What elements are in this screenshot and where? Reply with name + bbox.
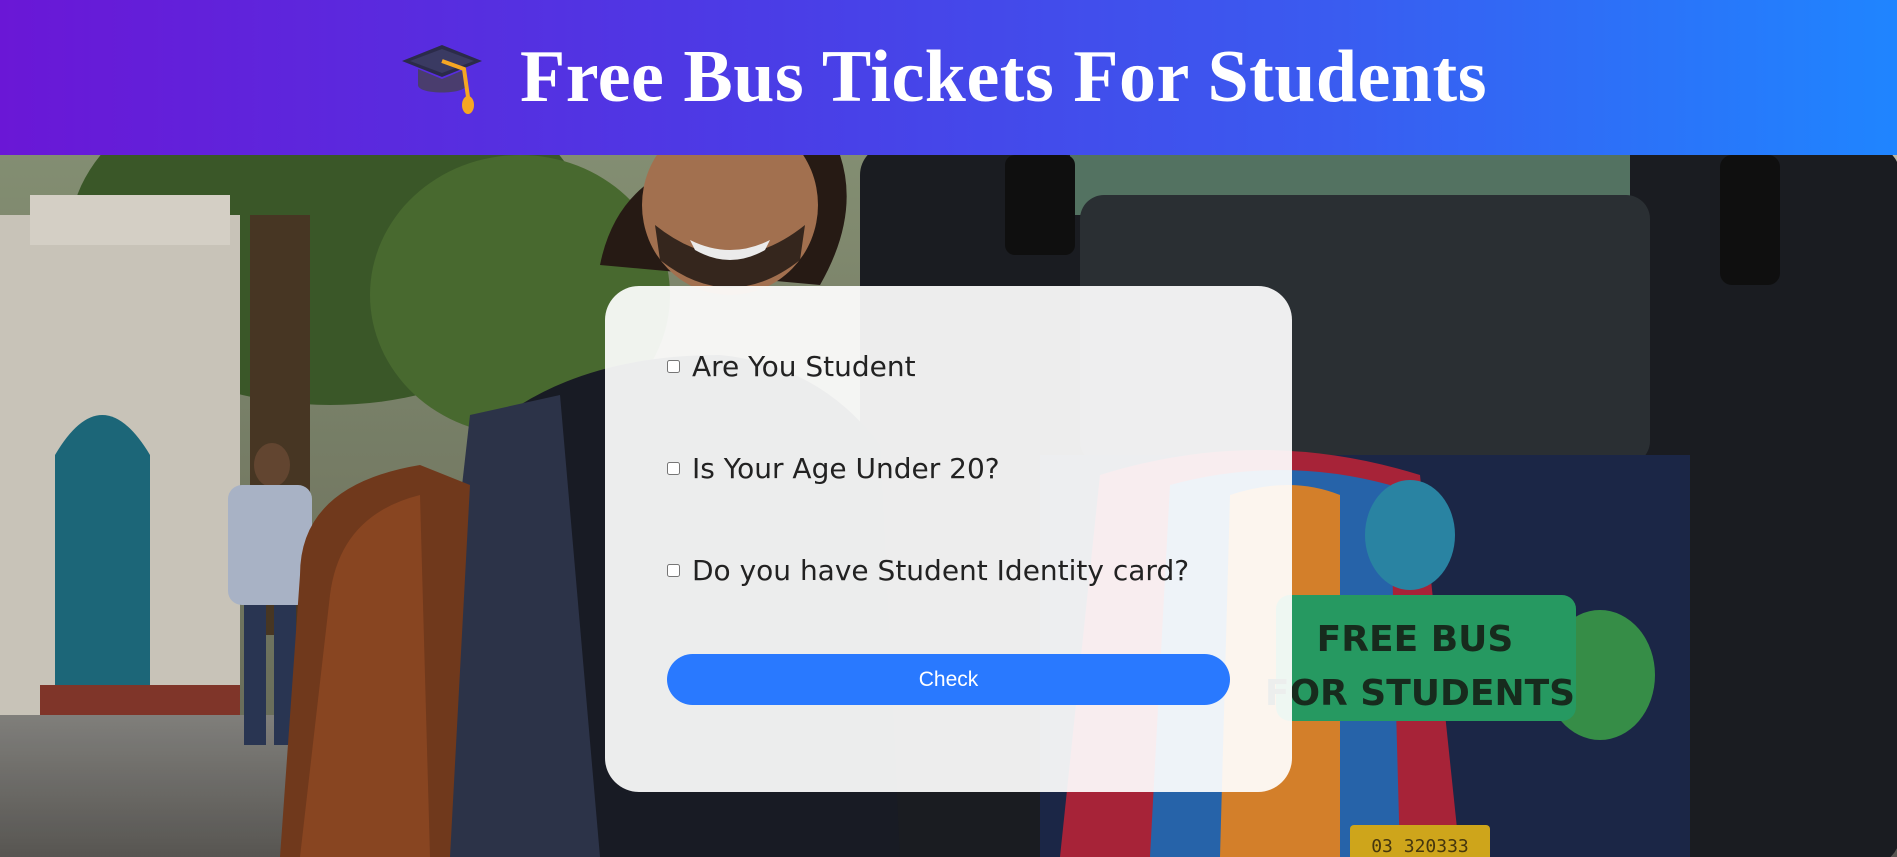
page: Free Bus Tickets For Students FREE BUS F… <box>0 0 1897 857</box>
check-button[interactable]: Check <box>667 654 1230 705</box>
eligibility-card: Are You Student Is Your Age Under 20? Do… <box>605 286 1292 792</box>
header-banner: Free Bus Tickets For Students <box>0 0 1897 155</box>
option-label: Are You Student <box>692 350 916 383</box>
option-label: Is Your Age Under 20? <box>692 452 1000 485</box>
page-title: Free Bus Tickets For Students <box>520 36 1487 118</box>
header-content: Free Bus Tickets For Students <box>400 35 1487 120</box>
student-checkbox[interactable] <box>667 360 680 373</box>
graduation-cap-icon <box>402 44 482 114</box>
id-card-checkbox[interactable] <box>667 564 680 577</box>
option-age-under-20[interactable]: Is Your Age Under 20? <box>667 452 1000 485</box>
option-are-you-student[interactable]: Are You Student <box>667 350 916 383</box>
age-checkbox[interactable] <box>667 462 680 475</box>
option-label: Do you have Student Identity card? <box>692 554 1190 587</box>
option-student-id-card[interactable]: Do you have Student Identity card? <box>667 554 1189 587</box>
